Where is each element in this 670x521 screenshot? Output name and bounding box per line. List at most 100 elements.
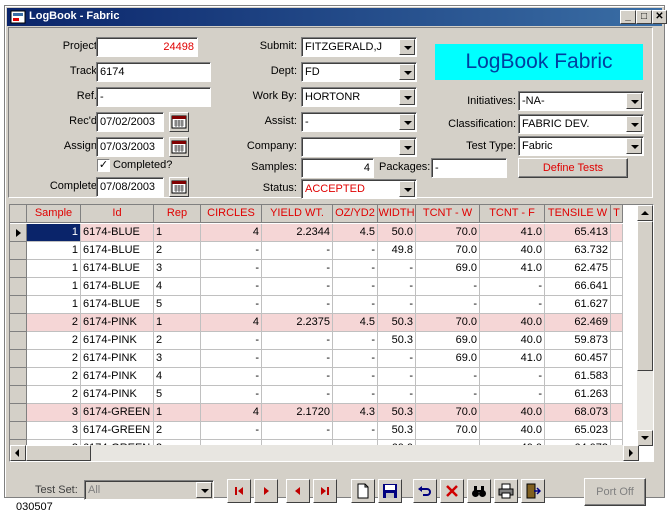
chevron-down-icon[interactable] (399, 181, 415, 197)
grid-cell-sample[interactable]: 3 (27, 422, 81, 440)
status-dropdown[interactable]: ACCEPTED (301, 179, 417, 199)
dept-dropdown[interactable]: FD (301, 62, 417, 82)
initiatives-dropdown[interactable]: -NA- (518, 91, 644, 111)
minimize-icon[interactable]: _ (620, 10, 636, 24)
scroll-left-icon[interactable] (10, 445, 26, 461)
grid-cell-width[interactable]: 50.3 (378, 332, 416, 350)
grid-cell-rep[interactable]: 4 (154, 278, 201, 296)
column-header[interactable]: Rep (154, 205, 201, 223)
grid-cell-oz[interactable]: - (333, 386, 378, 404)
grid-cell-oz[interactable]: - (333, 350, 378, 368)
grid-cell-tw[interactable]: 70.0 (416, 422, 480, 440)
chevron-down-icon[interactable] (399, 64, 415, 80)
previous-record-button[interactable] (286, 479, 310, 503)
grid-cell-tf[interactable]: 40.0 (480, 422, 545, 440)
chevron-down-icon[interactable] (626, 116, 642, 132)
column-header[interactable]: TCNT - F (480, 205, 545, 223)
grid-cell-sample[interactable]: 1 (27, 242, 81, 260)
grid-cell-tf[interactable]: - (480, 386, 545, 404)
grid-cell-tensile[interactable]: 63.732 (545, 242, 611, 260)
title-bar[interactable]: LogBook - Fabric _ □ ✕ (7, 8, 667, 26)
table-row[interactable]: 2 6174-PINK 5- - - - - -61.263 (10, 386, 640, 404)
define-tests-button[interactable]: Define Tests (518, 158, 628, 178)
last-record-button[interactable] (313, 479, 337, 503)
grid-cell-tf[interactable]: 40.0 (480, 332, 545, 350)
grid-cell-circles[interactable]: - (201, 422, 262, 440)
row-indicator[interactable] (10, 332, 27, 350)
chevron-down-icon[interactable] (196, 482, 212, 498)
grid-cell-tw[interactable]: 69.0 (416, 350, 480, 368)
grid-cell-rep[interactable]: 1 (154, 314, 201, 332)
grid-cell-tensile[interactable]: 65.413 (545, 224, 611, 242)
grid-cell-circles[interactable]: - (201, 242, 262, 260)
grid-cell-circles[interactable]: - (201, 368, 262, 386)
chevron-down-icon[interactable] (399, 39, 415, 55)
row-indicator[interactable] (10, 278, 27, 296)
grid-cell-width[interactable]: - (378, 368, 416, 386)
row-indicator[interactable] (10, 422, 27, 440)
workby-dropdown[interactable]: HORTONR (301, 87, 417, 107)
grid-cell-sample[interactable]: 2 (27, 332, 81, 350)
results-grid[interactable]: Sample Id Rep CIRCLES YIELD WT. OZ/YD2 WIDTH TC… (9, 204, 654, 462)
grid-cell-yield[interactable]: 2.1720 (262, 404, 333, 422)
next-record-button[interactable] (254, 479, 278, 503)
recd-date-field[interactable]: 07/02/2003 (96, 112, 164, 132)
submit-dropdown[interactable]: FITZGERALD,J (301, 37, 417, 57)
classification-dropdown[interactable]: FABRIC DEV. (518, 114, 644, 134)
grid-cell-circles[interactable]: - (201, 260, 262, 278)
grid-cell-yield[interactable]: - (262, 296, 333, 314)
column-header[interactable]: Sample (27, 205, 81, 223)
row-indicator[interactable] (10, 242, 27, 260)
grid-cell-tf[interactable]: - (480, 278, 545, 296)
grid-cell-tensile[interactable]: 62.469 (545, 314, 611, 332)
grid-cell-tw[interactable]: - (416, 368, 480, 386)
row-indicator[interactable] (10, 404, 27, 422)
grid-cell-tensile[interactable]: 61.627 (545, 296, 611, 314)
grid-cell-id[interactable]: 6174-PINK (81, 350, 154, 368)
undo-button[interactable] (413, 479, 437, 503)
grid-cell-id[interactable]: 6174-PINK (81, 386, 154, 404)
column-header[interactable]: TENSILE W (545, 205, 611, 223)
grid-cell-t[interactable] (611, 278, 623, 296)
grid-cell-circles[interactable]: - (201, 332, 262, 350)
grid-cell-tensile[interactable]: 59.873 (545, 332, 611, 350)
grid-cell-circles[interactable]: 4 (201, 404, 262, 422)
assist-dropdown[interactable]: - (301, 112, 417, 132)
table-row[interactable]: 1 6174-BLUE 2- - -49.8 70.0 40.0 63.732 (10, 242, 640, 260)
save-button[interactable] (378, 479, 402, 503)
new-record-button[interactable] (351, 479, 375, 503)
grid-cell-t[interactable] (611, 350, 623, 368)
grid-cell-tf[interactable]: 40.0 (480, 404, 545, 422)
grid-cell-sample[interactable]: 2 (27, 350, 81, 368)
grid-cell-tf[interactable]: 41.0 (480, 350, 545, 368)
ref-field[interactable]: - (96, 87, 211, 107)
grid-cell-yield[interactable]: - (262, 422, 333, 440)
grid-cell-t[interactable] (611, 260, 623, 278)
grid-cell-oz[interactable]: - (333, 242, 378, 260)
row-indicator[interactable] (10, 260, 27, 278)
grid-cell-tw[interactable]: - (416, 386, 480, 404)
grid-cell-id[interactable]: 6174-BLUE (81, 278, 154, 296)
grid-cell-tf[interactable]: 40.0 (480, 314, 545, 332)
grid-cell-rep[interactable]: 5 (154, 386, 201, 404)
grid-cell-width[interactable]: - (378, 386, 416, 404)
grid-cell-width[interactable]: 50.3 (378, 404, 416, 422)
grid-cell-t[interactable] (611, 404, 623, 422)
maximize-icon[interactable]: □ (636, 10, 652, 24)
grid-cell-tf[interactable]: 40.0 (480, 242, 545, 260)
grid-cell-id[interactable]: 6174-BLUE (81, 242, 154, 260)
grid-cell-id[interactable]: 6174-PINK (81, 332, 154, 350)
column-header[interactable]: WIDTH (378, 205, 416, 223)
grid-cell-id[interactable]: 6174-BLUE (81, 224, 154, 242)
grid-cell-yield[interactable]: - (262, 278, 333, 296)
track-field[interactable]: 6174 (96, 62, 211, 82)
grid-cell-sample[interactable]: 2 (27, 314, 81, 332)
grid-cell-oz[interactable]: - (333, 332, 378, 350)
grid-cell-oz[interactable]: 4.5 (333, 224, 378, 242)
grid-cell-circles[interactable]: - (201, 350, 262, 368)
chevron-down-icon[interactable] (399, 89, 415, 105)
grid-cell-tensile[interactable]: 62.475 (545, 260, 611, 278)
grid-cell-tw[interactable]: 69.0 (416, 260, 480, 278)
chevron-down-icon[interactable] (399, 114, 415, 130)
grid-cell-width[interactable]: 50.0 (378, 224, 416, 242)
